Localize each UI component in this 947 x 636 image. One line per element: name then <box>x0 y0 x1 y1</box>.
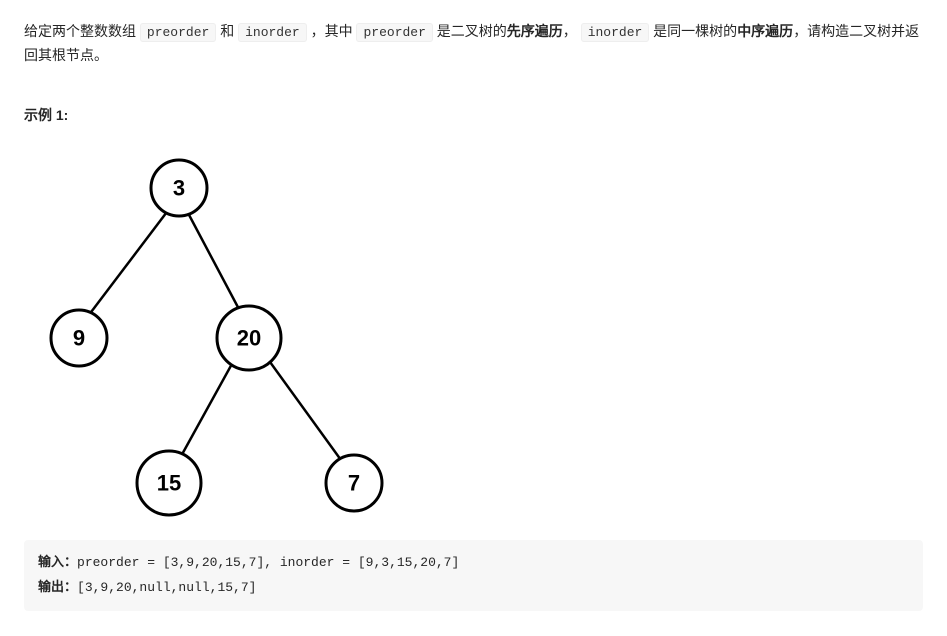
tree-node-value: 7 <box>348 470 360 495</box>
tree-node-value: 3 <box>173 175 185 200</box>
bold-preorder-traversal: 先序遍历 <box>507 23 563 39</box>
bold-inorder-traversal: 中序遍历 <box>737 23 793 39</box>
code-inorder: inorder <box>581 23 650 42</box>
tree-edge <box>79 196 179 328</box>
code-inorder: inorder <box>238 23 307 42</box>
desc-text: 和 <box>216 23 238 39</box>
tree-node-value: 15 <box>157 470 181 495</box>
tree-svg: 3 9 20 15 7 <box>24 148 394 528</box>
input-label: 输入： <box>38 554 77 569</box>
tree-node-value: 20 <box>237 325 261 350</box>
example-heading: 示例 1: <box>24 104 923 128</box>
example-io-block: 输入：preorder = [3,9,20,15,7], inorder = [… <box>24 540 923 611</box>
output-value: [3,9,20,null,null,15,7] <box>77 580 256 595</box>
desc-text: 是二叉树的 <box>433 23 507 39</box>
problem-description: 给定两个整数数组 preorder 和 inorder ，其中 preorder… <box>24 20 923 68</box>
tree-diagram: 3 9 20 15 7 <box>24 148 923 528</box>
code-preorder: preorder <box>356 23 432 42</box>
input-value: preorder = [3,9,20,15,7], inorder = [9,3… <box>77 555 459 570</box>
code-preorder: preorder <box>140 23 216 42</box>
output-label: 输出： <box>38 579 77 594</box>
desc-text: ， <box>563 23 581 39</box>
desc-text: 给定两个整数数组 <box>24 23 140 39</box>
desc-text: 是同一棵树的 <box>649 23 737 39</box>
tree-node-value: 9 <box>73 325 85 350</box>
desc-text: ，其中 <box>307 23 357 39</box>
